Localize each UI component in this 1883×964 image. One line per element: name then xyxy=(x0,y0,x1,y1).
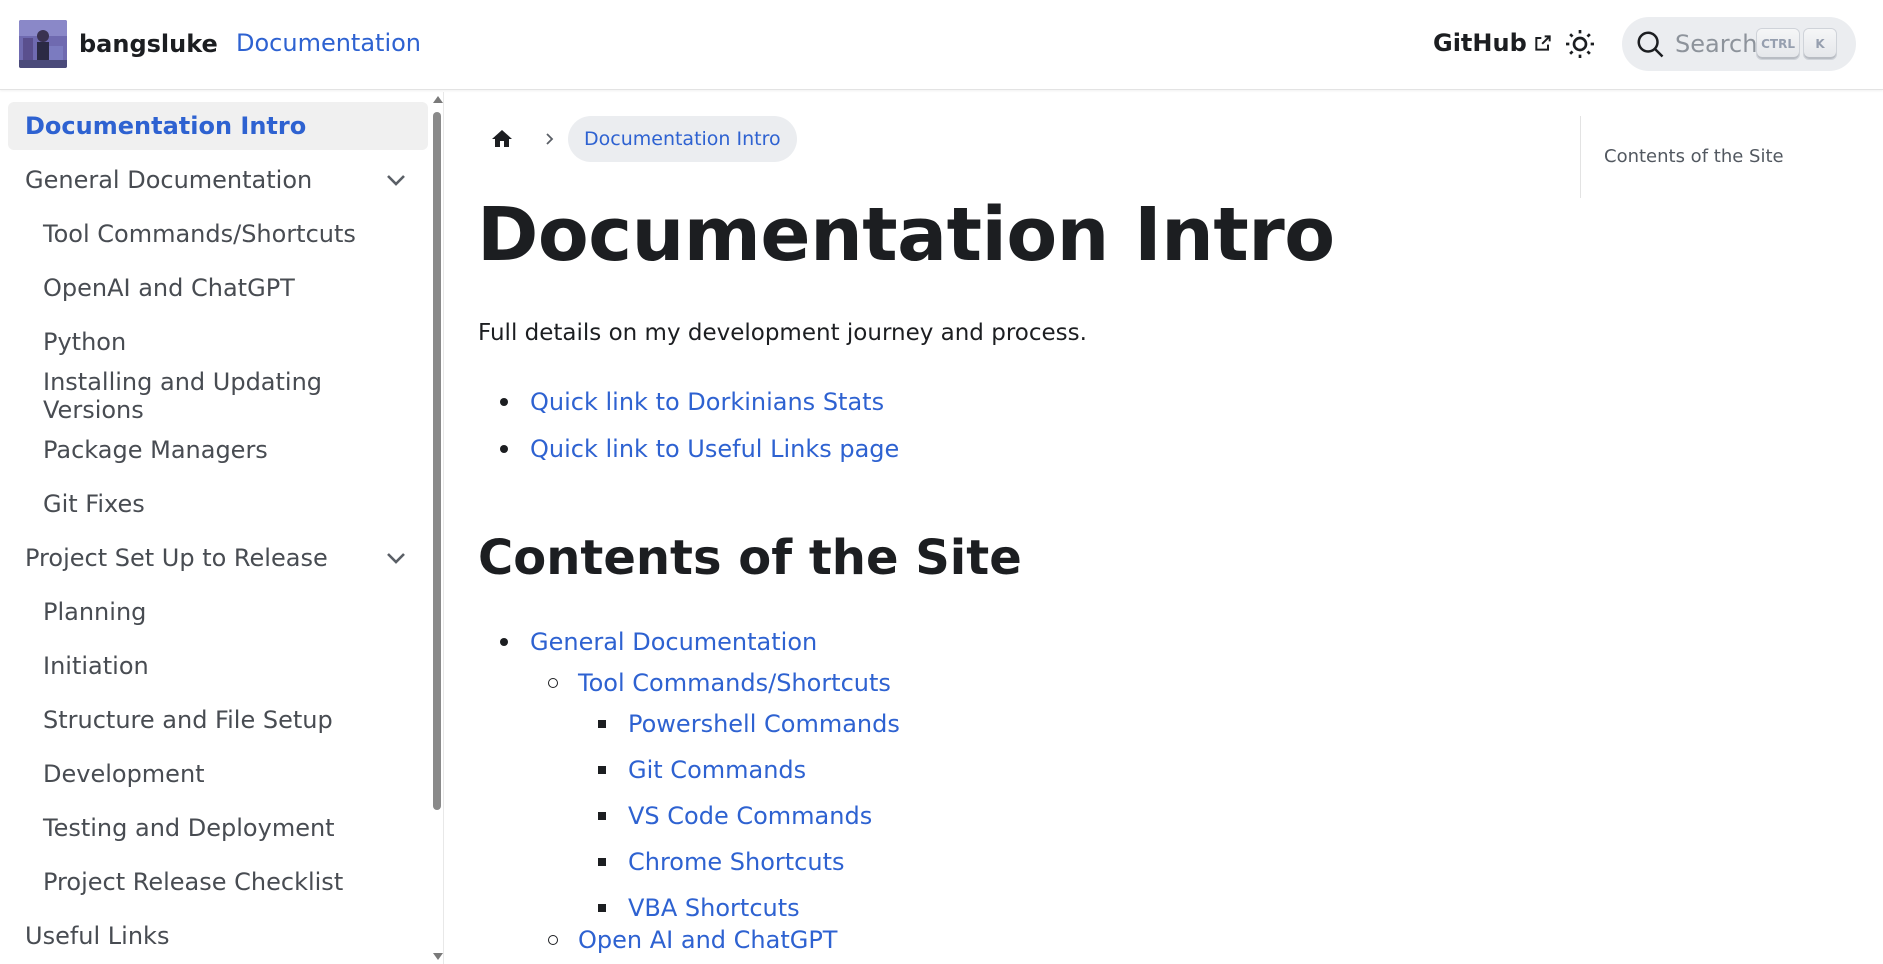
list-item: Tool Commands/Shortcuts xyxy=(548,669,891,697)
breadcrumb-current: Documentation Intro xyxy=(568,116,797,162)
sidebar-item-label: General Documentation xyxy=(25,166,313,194)
sidebar-item-label: Useful Links xyxy=(25,922,170,950)
bullet-circle xyxy=(548,935,558,945)
sidebar-item-documentation-intro[interactable]: Documentation Intro xyxy=(8,102,428,150)
ctrl-key-hint: CTRL xyxy=(1757,29,1799,59)
sidebar-item-label: Installing and Updating Versions xyxy=(43,368,323,424)
brand[interactable]: bangsluke xyxy=(19,20,218,68)
bullet-disc xyxy=(500,638,508,646)
sidebar-item-development[interactable]: Development xyxy=(25,750,428,798)
sidebar-item-planning[interactable]: Planning xyxy=(25,588,428,636)
sidebar: Documentation Intro General Documentatio… xyxy=(0,92,444,964)
sidebar-item-label: Project Set Up to Release xyxy=(25,544,328,572)
toc-link-contents[interactable]: Contents of the Site xyxy=(1604,146,1784,167)
sidebar-item-label: Development xyxy=(43,760,205,788)
sidebar-item-package-managers[interactable]: Package Managers xyxy=(25,426,428,474)
bullet-square xyxy=(598,904,606,912)
bullet-square xyxy=(598,720,606,728)
sidebar-item-project-setup[interactable]: Project Set Up to Release xyxy=(8,534,428,582)
contents-link-chrome[interactable]: Chrome Shortcuts xyxy=(628,848,845,876)
search-button[interactable]: Search CTRL K xyxy=(1622,17,1856,71)
bullet-disc xyxy=(500,445,508,453)
scrollbar-thumb[interactable] xyxy=(433,112,441,810)
sun-icon xyxy=(1566,30,1594,58)
chevron-down-icon[interactable] xyxy=(384,546,408,570)
contents-link-vscode[interactable]: VS Code Commands xyxy=(628,802,872,830)
page-title: Documentation Intro xyxy=(477,192,1335,278)
intro-text: Full details on my development journey a… xyxy=(478,320,1087,346)
sidebar-item-openai[interactable]: OpenAI and ChatGPT xyxy=(25,264,428,312)
list-item: General Documentation xyxy=(500,628,817,656)
k-key-hint: K xyxy=(1804,29,1836,59)
sidebar-item-label: Tool Commands/Shortcuts xyxy=(43,220,356,248)
sidebar-item-general-documentation[interactable]: General Documentation xyxy=(8,156,428,204)
table-of-contents: Contents of the Site xyxy=(1580,116,1860,198)
sidebar-item-structure-setup[interactable]: Structure and File Setup xyxy=(25,696,428,744)
list-item: Quick link to Useful Links page xyxy=(500,435,899,463)
bullet-disc xyxy=(500,398,508,406)
search-placeholder: Search xyxy=(1675,30,1758,58)
nav-documentation-link[interactable]: Documentation xyxy=(236,29,421,57)
home-breadcrumb-link[interactable] xyxy=(482,119,522,159)
sidebar-item-testing-deployment[interactable]: Testing and Deployment xyxy=(25,804,428,852)
list-item: Open AI and ChatGPT xyxy=(548,926,837,954)
sidebar-item-label: Package Managers xyxy=(43,436,268,464)
contents-link-vba[interactable]: VBA Shortcuts xyxy=(628,894,800,922)
chevron-right-icon xyxy=(546,133,554,145)
sidebar-item-installing-versions[interactable]: Installing and Updating Versions xyxy=(25,368,428,424)
sidebar-item-label: Structure and File Setup xyxy=(43,706,333,734)
sidebar-item-label: Planning xyxy=(43,598,147,626)
bullet-square xyxy=(598,766,606,774)
scroll-up-arrow-icon[interactable] xyxy=(433,96,443,103)
contents-link-powershell[interactable]: Powershell Commands xyxy=(628,710,900,738)
contents-link-openai[interactable]: Open AI and ChatGPT xyxy=(578,926,837,954)
sidebar-item-label: Testing and Deployment xyxy=(43,814,335,842)
quick-link-useful-links[interactable]: Quick link to Useful Links page xyxy=(530,435,899,463)
contents-link-tool-commands[interactable]: Tool Commands/Shortcuts xyxy=(578,669,891,697)
sidebar-item-git-fixes[interactable]: Git Fixes xyxy=(25,480,428,528)
scroll-down-arrow-icon[interactable] xyxy=(433,953,443,960)
list-item: Git Commands xyxy=(598,756,806,784)
logo-avatar xyxy=(19,20,67,68)
sidebar-scrollbar[interactable] xyxy=(430,92,444,964)
bullet-circle xyxy=(548,678,558,688)
list-item: VBA Shortcuts xyxy=(598,894,800,922)
list-item: Chrome Shortcuts xyxy=(598,848,845,876)
list-item: VS Code Commands xyxy=(598,802,872,830)
navbar: bangsluke Documentation GitHub Search CT… xyxy=(0,0,1883,90)
bullet-square xyxy=(598,858,606,866)
github-link-label: GitHub xyxy=(1433,29,1527,57)
sidebar-item-release-checklist[interactable]: Project Release Checklist xyxy=(25,858,428,906)
nav-github-link[interactable]: GitHub xyxy=(1433,29,1553,57)
contents-link-git-commands[interactable]: Git Commands xyxy=(628,756,806,784)
sidebar-item-label: Git Fixes xyxy=(43,490,145,518)
external-link-icon xyxy=(1533,33,1553,53)
sidebar-item-label: Project Release Checklist xyxy=(43,868,344,896)
sidebar-item-python[interactable]: Python xyxy=(25,318,428,366)
list-item: Quick link to Dorkinians Stats xyxy=(500,388,884,416)
sidebar-item-label: Initiation xyxy=(43,652,149,680)
chevron-down-icon[interactable] xyxy=(384,168,408,192)
brand-title: bangsluke xyxy=(79,30,218,58)
contents-heading: Contents of the Site xyxy=(478,530,1022,586)
sidebar-item-tool-commands[interactable]: Tool Commands/Shortcuts xyxy=(25,210,428,258)
contents-link-general-documentation[interactable]: General Documentation xyxy=(530,628,817,656)
sidebar-item-label: Documentation Intro xyxy=(25,112,307,140)
search-icon xyxy=(1637,31,1664,58)
sidebar-item-initiation[interactable]: Initiation xyxy=(25,642,428,690)
list-item: Powershell Commands xyxy=(598,710,900,738)
sidebar-item-label: OpenAI and ChatGPT xyxy=(43,274,295,302)
home-icon xyxy=(492,130,512,147)
theme-toggle-button[interactable] xyxy=(1562,26,1598,62)
bullet-square xyxy=(598,812,606,820)
breadcrumb: Documentation Intro xyxy=(482,116,797,162)
sidebar-item-useful-links[interactable]: Useful Links xyxy=(8,912,428,960)
quick-link-dorkinians[interactable]: Quick link to Dorkinians Stats xyxy=(530,388,884,416)
sidebar-item-label: Python xyxy=(43,328,127,356)
